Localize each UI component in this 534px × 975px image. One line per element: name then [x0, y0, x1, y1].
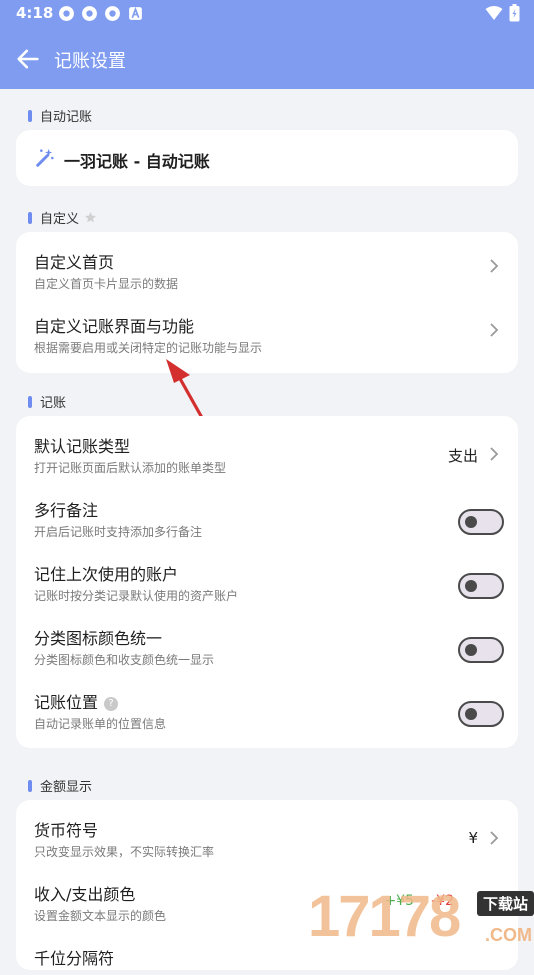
section-header-auto: 自动记账 [28, 106, 92, 125]
currency-symbol-item[interactable]: 货币符号 只改变显示效果，不实际转换汇率 ¥ [34, 817, 504, 861]
app-notification-icon [59, 6, 74, 21]
default-type-value: 支出 [447, 447, 478, 465]
font-notification-icon [129, 6, 142, 20]
remember-account-item: 记住上次使用的账户 记账时按分类记录默认使用的资产账户 [34, 561, 504, 605]
icon-color-unify-toggle[interactable] [458, 637, 504, 663]
notification-icons [58, 5, 144, 22]
back-arrow-icon[interactable] [14, 45, 42, 73]
app-bar: 4:18 记账设置 [0, 0, 534, 89]
multiline-note-toggle[interactable] [458, 509, 504, 535]
app-notification-icon [82, 6, 97, 21]
watermark-label: 下载站 [476, 891, 534, 916]
star-icon [85, 212, 96, 223]
remember-account-toggle[interactable] [458, 573, 504, 599]
custom-bookkeeping-ui-item[interactable]: 自定义记账界面与功能 根据需要启用或关闭特定的记账功能与显示 [34, 313, 504, 357]
bookkeeping-card: 默认记账类型 打开记账页面后默认添加的账单类型 支出 多行备注 开启后记账时支持… [16, 416, 518, 748]
chevron-right-icon [490, 831, 499, 845]
section-header-custom: 自定义 [28, 208, 97, 227]
watermark-domain: .COM [485, 925, 532, 945]
page-title: 记账设置 [54, 51, 126, 72]
custom-home-item[interactable]: 自定义首页 自定义首页卡片显示的数据 [34, 249, 504, 293]
custom-card: 自定义首页 自定义首页卡片显示的数据 自定义记账界面与功能 根据需要启用或关闭特… [16, 232, 518, 373]
auto-bookkeeping-label: 一羽记账 - 自动记账 [64, 152, 210, 171]
system-icons [485, 4, 520, 22]
auto-bookkeeping-card[interactable]: 一羽记账 - 自动记账 [16, 130, 518, 186]
battery-icon [509, 4, 520, 22]
section-header-bookkeeping: 记账 [28, 392, 66, 411]
magic-wand-icon [36, 148, 54, 167]
default-type-item[interactable]: 默认记账类型 打开记账页面后默认添加的账单类型 支出 [34, 433, 504, 477]
status-time: 4:18 [16, 4, 54, 22]
status-bar: 4:18 [0, 0, 534, 28]
currency-symbol-value: ¥ [468, 829, 478, 847]
location-item: 记账位置? 自动记录账单的位置信息 [34, 689, 504, 733]
section-header-amount: 金额显示 [28, 776, 92, 795]
watermark-digits: 17178 [308, 884, 461, 949]
chevron-right-icon [490, 447, 499, 461]
location-toggle[interactable] [458, 701, 504, 727]
chevron-right-icon [490, 259, 499, 273]
chevron-right-icon [490, 323, 499, 337]
icon-color-unify-item: 分类图标颜色统一 分类图标颜色和收支颜色统一显示 [34, 625, 504, 669]
watermark-logo: 17178 下载站 .COM [308, 885, 534, 950]
wifi-icon [485, 6, 503, 20]
multiline-note-item: 多行备注 开启后记账时支持添加多行备注 [34, 497, 504, 541]
help-icon[interactable]: ? [104, 697, 119, 711]
app-notification-icon [105, 6, 120, 21]
